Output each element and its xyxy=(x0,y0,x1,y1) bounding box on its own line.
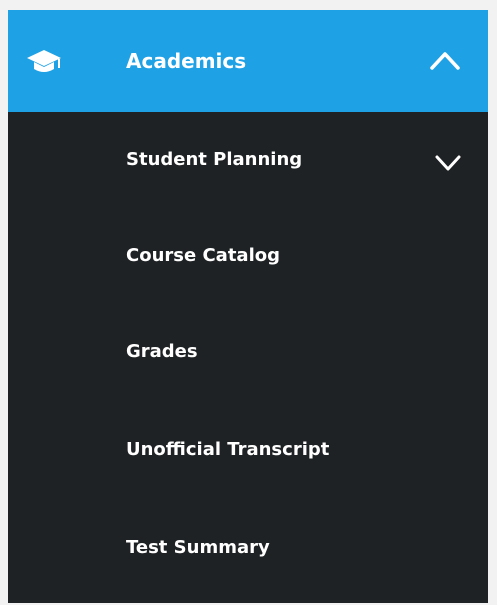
chevron-down-icon[interactable] xyxy=(434,153,462,173)
graduation-cap-icon xyxy=(27,50,61,72)
menu-item-label: Test Summary xyxy=(126,537,270,558)
menu-item-label: Unofficial Transcript xyxy=(126,439,330,460)
academics-section-title: Academics xyxy=(126,49,247,73)
menu-item-grades[interactable]: Grades xyxy=(8,304,488,400)
menu-item-unofficial-transcript[interactable]: Unofficial Transcript xyxy=(8,402,488,498)
menu-item-label: Course Catalog xyxy=(126,245,280,266)
menu-item-label: Student Planning xyxy=(126,149,303,170)
menu-item-test-summary[interactable]: Test Summary xyxy=(8,500,488,596)
menu-item-label: Grades xyxy=(126,341,198,362)
menu-item-student-planning[interactable]: Student Planning xyxy=(8,112,488,208)
menu-item-course-catalog[interactable]: Course Catalog xyxy=(8,208,488,304)
academics-menu: Academics Student Planning Course Catalo… xyxy=(8,10,488,603)
chevron-up-icon[interactable] xyxy=(428,48,462,72)
academics-section-header[interactable]: Academics xyxy=(8,10,488,112)
